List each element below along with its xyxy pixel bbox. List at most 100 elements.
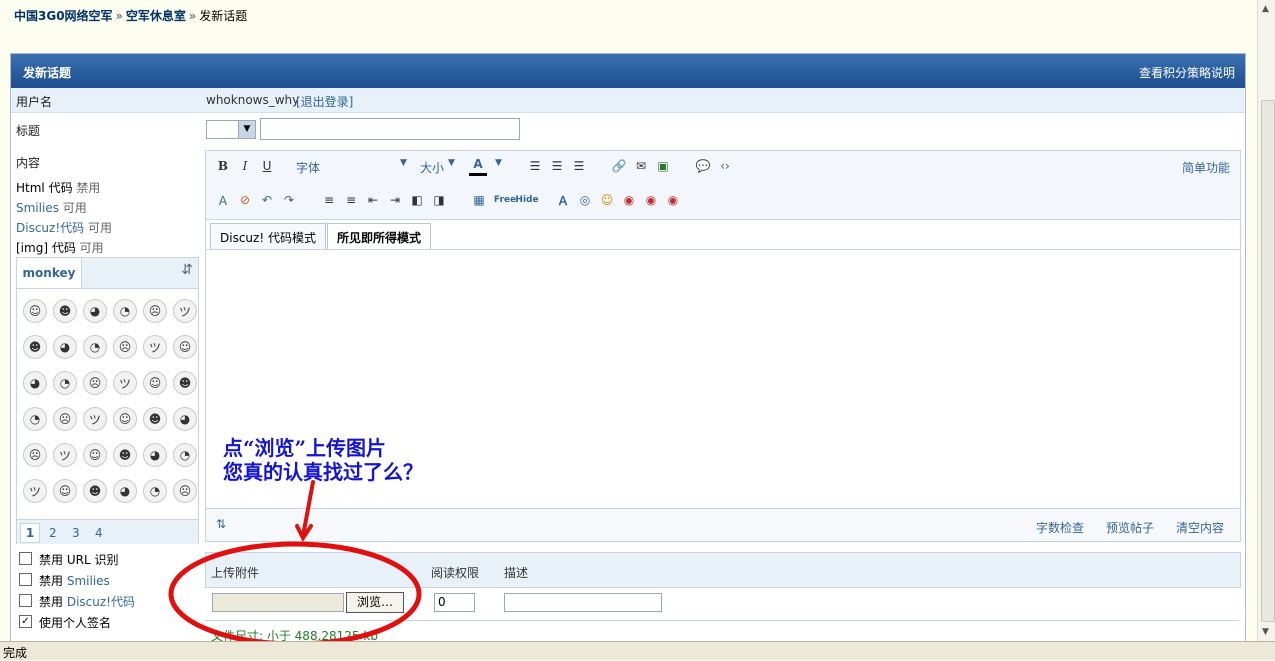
smiley-icon[interactable]: ◕ [173,407,197,431]
smiley-icon[interactable]: ☹ [53,407,77,431]
smiley-icon[interactable]: ☺ [23,299,47,323]
smiley-icon[interactable]: ☺ [83,443,107,467]
font-style-icon[interactable]: Ａ [554,191,572,209]
tab-wysiwyg-mode[interactable]: 所见即所得模式 [327,223,432,250]
free-icon[interactable]: Free [494,191,516,209]
code-icon[interactable]: ‹› [716,157,734,175]
smiley-icon[interactable]: ツ [173,299,197,323]
logout-link[interactable]: [退出登录] [296,93,353,110]
disable-discuz-checkbox[interactable] [19,594,32,607]
smiley-icon[interactable]: ツ [53,443,77,467]
smilies-tab-monkey[interactable]: monkey [17,258,82,288]
table-icon[interactable]: ▦ [470,191,488,209]
smiley-icon[interactable]: ツ [113,371,137,395]
unlink-icon[interactable]: ⊘ [236,191,254,209]
smiley-icon[interactable]: ☻ [173,371,197,395]
smiley-icon[interactable]: ◔ [83,335,107,359]
perm-img: [img] 代码 可用 [16,241,104,255]
subject-type-select[interactable]: ▼ [206,120,256,139]
disable-smilies-checkbox[interactable] [19,573,32,586]
smiley-icon[interactable]: ☹ [113,335,137,359]
email-icon[interactable]: ✉ [632,157,650,175]
smiley-icon[interactable]: ☻ [83,479,107,503]
discuz-code-help-link[interactable]: Discuz!代码 [16,221,84,235]
smiley-icon[interactable]: ◔ [23,407,47,431]
smiley-icon[interactable]: ☻ [113,443,137,467]
font-select[interactable]: 字体 [296,159,320,176]
unordered-list-icon[interactable]: ≡ [342,191,360,209]
smilies-help-link[interactable]: Smilies [16,201,59,215]
align-right-icon[interactable]: ☰ [570,157,588,175]
ordered-list-icon[interactable]: ≡ [320,191,338,209]
subject-input[interactable] [260,118,520,140]
underline-button[interactable]: U [258,157,276,175]
smiley-icon[interactable]: ☹ [83,371,107,395]
align-left-icon[interactable]: ☰ [526,157,544,175]
smiley-icon[interactable]: ◕ [53,335,77,359]
smiley-icon[interactable]: ☻ [23,335,47,359]
quote-icon[interactable]: 💬 [694,157,712,175]
smiley-icon[interactable]: ☺ [173,335,197,359]
smilies-page-1[interactable]: 1 [20,523,40,543]
smiley-icon[interactable]: ☺ [113,407,137,431]
use-signature-checkbox[interactable]: ✓ [19,615,32,628]
indent-icon[interactable]: ⇥ [386,191,404,209]
breadcrumb-forum-link[interactable]: 空军休息室 [126,9,186,23]
smiley-icon[interactable]: ◔ [113,299,137,323]
bold-button[interactable]: B [214,157,232,175]
italic-button[interactable]: I [236,157,254,175]
remove-format-icon[interactable]: Ａ [214,191,232,209]
image-icon[interactable]: ▣ [654,157,672,175]
clear-content-link[interactable]: 清空内容 [1176,519,1224,536]
float-right-icon[interactable]: ◨ [430,191,448,209]
simple-mode-link[interactable]: 简单功能 [1182,159,1230,176]
credit-policy-link[interactable]: 查看积分策略说明 [1139,64,1235,81]
undo-icon[interactable]: ↶ [258,191,276,209]
scrollbar-thumb[interactable] [1261,100,1275,622]
smiley-icon[interactable]: ツ [83,407,107,431]
description-input[interactable] [504,593,662,612]
windows-media-icon[interactable]: ◉ [642,191,660,209]
smiley-icon[interactable]: ◕ [23,371,47,395]
disable-url-checkbox[interactable] [19,552,32,565]
smiley-icon[interactable]: ◕ [143,443,167,467]
word-count-link[interactable]: 字数检查 [1036,519,1084,536]
smiley-icon[interactable]: ☺ [53,479,77,503]
smiley-icon[interactable]: ☺ [143,371,167,395]
real-media-icon[interactable]: ◉ [620,191,638,209]
smilies-page-4[interactable]: 4 [95,526,103,540]
smiley-icon[interactable]: ☻ [143,407,167,431]
post-panel: 发新话题 查看积分策略说明 用户名 whoknows_why [退出登录] 标题… [10,53,1246,645]
size-select[interactable]: 大小 [420,159,444,176]
breadcrumb-site-link[interactable]: 中国3G0网络空军 [14,9,113,23]
outdent-icon[interactable]: ⇤ [364,191,382,209]
vertical-scrollbar[interactable]: ▼ ▲ [1257,0,1275,641]
preview-link[interactable]: 预览帖子 [1106,519,1154,536]
scroll-up-icon[interactable]: ▲ [1262,4,1269,14]
smiley-icon[interactable]: ◔ [173,443,197,467]
audio-icon[interactable]: ◉ [664,191,682,209]
smilies-header: monkey ⇵ [17,258,198,289]
annotation-overlay [168,480,422,644]
smiley-icon[interactable]: ☹ [23,443,47,467]
smiley-icon[interactable]: ツ [143,335,167,359]
float-left-icon[interactable]: ◧ [408,191,426,209]
smilies-page-2[interactable]: 2 [49,526,57,540]
align-center-icon[interactable]: ☰ [548,157,566,175]
smilies-page-3[interactable]: 3 [72,526,80,540]
tab-discuz-code-mode[interactable]: Discuz! 代码模式 [210,223,326,250]
text-color-button[interactable]: A [469,155,487,176]
smiley-icon[interactable]: ☻ [53,299,77,323]
smiley-icon[interactable]: ☹ [143,299,167,323]
smiley-icon[interactable]: ◕ [83,299,107,323]
smiley-icon[interactable]: ツ [23,479,47,503]
scroll-down-icon[interactable]: ▼ [1262,627,1269,637]
smiley-icon[interactable]: ◕ [113,479,137,503]
link-icon[interactable]: 🔗 [610,157,628,175]
flash-icon[interactable]: ◎ [576,191,594,209]
hide-icon[interactable]: Hide [515,191,538,209]
expand-arrows-icon[interactable]: ⇵ [181,262,193,278]
qq-icon[interactable]: ☺ [598,191,616,209]
redo-icon[interactable]: ↷ [280,191,298,209]
smiley-icon[interactable]: ◔ [53,371,77,395]
